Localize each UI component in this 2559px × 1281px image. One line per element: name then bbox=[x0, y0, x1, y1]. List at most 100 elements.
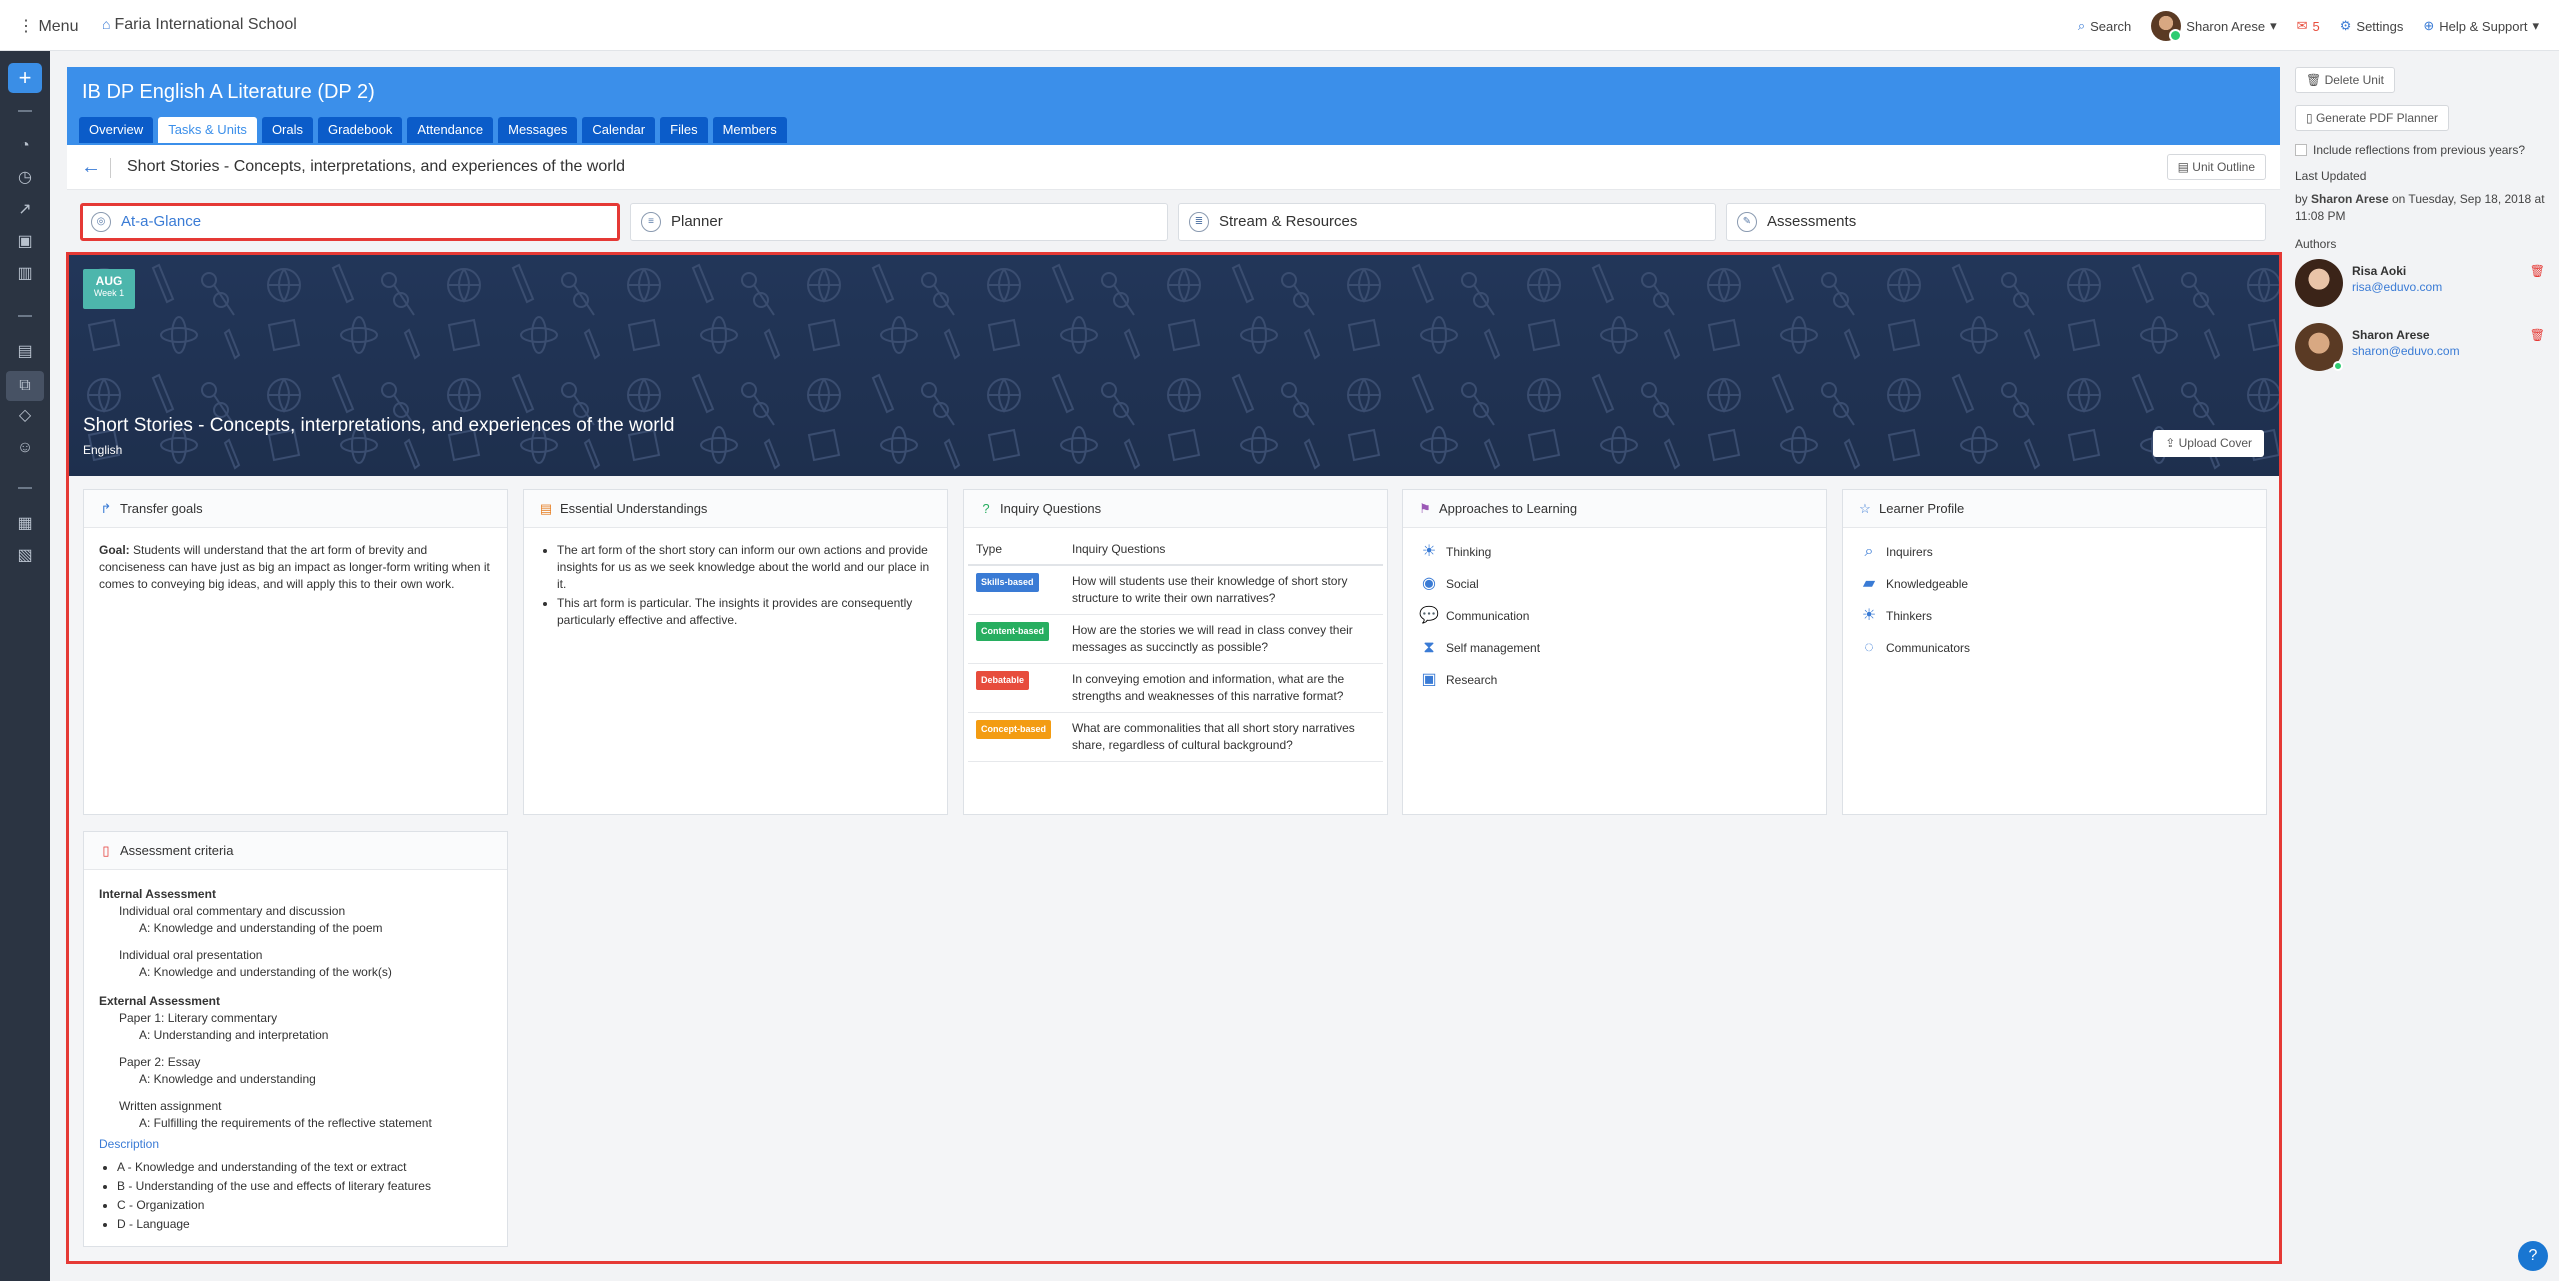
chart-icon[interactable]: ↗ bbox=[13, 199, 37, 221]
author-email-link[interactable]: sharon@eduvo.com bbox=[2352, 344, 2460, 358]
column-header: Type bbox=[968, 534, 1064, 566]
research-icon: ▣ bbox=[1421, 671, 1437, 688]
approaches-to-learning-card: ⚑ Approaches to Learning ☀ Thinking ◉ Socia… bbox=[1402, 489, 1827, 815]
glance-icon: ◎ bbox=[91, 212, 111, 232]
checkbox[interactable] bbox=[2295, 144, 2307, 156]
tab-orals[interactable]: Orals bbox=[261, 117, 313, 143]
author-row: Risa Aoki risa@eduvo.com 🗑 bbox=[2295, 259, 2545, 321]
upload-cover-button[interactable]: ⇪ Upload Cover bbox=[2153, 430, 2264, 457]
pdf-icon: ▯ bbox=[2306, 111, 2313, 125]
divider bbox=[110, 158, 111, 178]
last-updated-info: by Sharon Arese on Tuesday, Sep 18, 2018… bbox=[2295, 192, 2545, 223]
tab-members[interactable]: Members bbox=[712, 117, 787, 143]
tab-tasks-units[interactable]: Tasks & Units bbox=[158, 117, 257, 143]
classes-icon[interactable]: ⧉ bbox=[6, 371, 44, 401]
user-menu[interactable]: Sharon Arese ▾ bbox=[2151, 11, 2277, 42]
briefcase-icon[interactable]: ▣ bbox=[13, 231, 37, 253]
generate-pdf-button[interactable]: ▯ Generate PDF Planner bbox=[2295, 105, 2450, 131]
list-item: B - Understanding of the use and effects… bbox=[117, 1178, 492, 1195]
people-icon[interactable]: ☺ bbox=[13, 437, 37, 459]
lifebuoy-icon: ⊕ bbox=[2423, 18, 2435, 33]
subnav-planner[interactable]: ≡ Planner bbox=[630, 203, 1168, 241]
divider bbox=[18, 487, 32, 489]
divider bbox=[18, 315, 32, 317]
list-item: ▰ Knowledgeable bbox=[1858, 568, 2251, 600]
list-item: D - Language bbox=[117, 1216, 492, 1233]
assessments-icon: ✎ bbox=[1737, 212, 1757, 232]
search-button[interactable]: ⌕ Search bbox=[2078, 18, 2131, 34]
list-item: ⧗ Self management bbox=[1418, 632, 1811, 664]
tab-gradebook[interactable]: Gradebook bbox=[318, 117, 403, 143]
settings-button[interactable]: ⚙ Settings bbox=[2340, 18, 2404, 34]
author-email-link[interactable]: risa@eduvo.com bbox=[2352, 280, 2442, 294]
dashboard-icon[interactable]: ◔ bbox=[13, 135, 37, 157]
tab-files[interactable]: Files bbox=[660, 117, 708, 143]
grid-icon[interactable]: ▤ bbox=[13, 341, 37, 363]
unit-outline-button[interactable]: ▤ Unit Outline bbox=[2166, 154, 2266, 180]
document-icon: ▤ bbox=[539, 501, 553, 516]
menu-dots-icon: ⋮ bbox=[18, 18, 34, 35]
class-header: IB DP English A Literature (DP 2) Overvi… bbox=[67, 67, 2280, 145]
planner-icon: ≡ bbox=[641, 212, 661, 232]
trash-icon[interactable]: 🗑 bbox=[2530, 264, 2545, 278]
list-item: ◌ Communicators bbox=[1858, 632, 2251, 664]
communicators-icon: ◌ bbox=[1864, 639, 1874, 656]
class-title: IB DP English A Literature (DP 2) bbox=[82, 81, 375, 103]
unit-cover: AUG Week 1 Short Stories - Concepts, int… bbox=[69, 255, 2279, 476]
list-item: C - Organization bbox=[117, 1197, 492, 1214]
section-heading: External Assessment bbox=[99, 994, 220, 1008]
cover-pattern bbox=[69, 255, 2279, 476]
type-badge: Concept-based bbox=[976, 720, 1052, 739]
messages-button[interactable]: ✉ 5 bbox=[2297, 18, 2320, 34]
caret-down-icon: ▾ bbox=[2270, 18, 2277, 33]
include-reflections-checkbox[interactable]: Include reflections from previous years? bbox=[2295, 143, 2545, 157]
tab-attendance[interactable]: Attendance bbox=[407, 117, 494, 143]
table-row: Content-based How are the stories we will… bbox=[968, 614, 1383, 664]
home-icon: ⌂ bbox=[102, 16, 111, 32]
report-icon[interactable]: ▦ bbox=[13, 513, 37, 535]
table-row: Skills-based How will students use their … bbox=[968, 565, 1383, 615]
column-header: Inquiry Questions bbox=[1064, 534, 1383, 566]
subnav-assessments[interactable]: ✎ Assessments bbox=[1726, 203, 2266, 241]
tab-messages[interactable]: Messages bbox=[498, 117, 578, 143]
inquiry-table: Type Inquiry Questions Skills-based How wi… bbox=[968, 534, 1383, 762]
list-item: ☀ Thinking bbox=[1418, 536, 1811, 568]
lightbulb-icon: ☀ bbox=[1861, 607, 1877, 624]
back-arrow-icon[interactable]: ← bbox=[81, 156, 101, 179]
transfer-goals-card: ↱ Transfer goals Goal: Students will unde… bbox=[83, 489, 508, 815]
approaches-icon: ⚑ bbox=[1419, 501, 1431, 516]
list-item: ☀ Thinkers bbox=[1858, 600, 2251, 632]
cover-title: Short Stories - Concepts, interpretation… bbox=[83, 415, 675, 436]
week-date-badge: AUG Week 1 bbox=[83, 269, 135, 309]
schedule-icon[interactable]: ◷ bbox=[13, 167, 37, 189]
cube-icon[interactable]: ◇ bbox=[13, 405, 37, 427]
add-button[interactable]: + bbox=[8, 63, 42, 93]
search-icon: ⌕ bbox=[2077, 18, 2086, 33]
trash-icon[interactable]: 🗑 bbox=[2530, 328, 2545, 342]
magnifier-icon: ⌕ bbox=[1864, 543, 1874, 560]
description-label: Description bbox=[99, 1137, 160, 1151]
type-badge: Content-based bbox=[976, 622, 1049, 641]
menu-button[interactable]: ⋮ Menu bbox=[18, 16, 78, 36]
at-a-glance-panel: AUG Week 1 Short Stories - Concepts, int… bbox=[66, 252, 2282, 1264]
subnav-stream-resources[interactable]: ≣ Stream & Resources bbox=[1178, 203, 1716, 241]
table-row: Debatable In conveying emotion and inform… bbox=[968, 663, 1383, 713]
tab-calendar[interactable]: Calendar bbox=[582, 117, 656, 143]
report-list-icon[interactable]: ▧ bbox=[13, 545, 37, 567]
help-question-icon[interactable]: ? bbox=[2518, 1241, 2548, 1271]
type-badge: Debatable bbox=[976, 671, 1030, 690]
unit-title-bar: ← Short Stories - Concepts, interpretati… bbox=[67, 145, 2280, 190]
help-support-button[interactable]: ⊕ Help & Support ▾ bbox=[2423, 18, 2539, 34]
transfer-icon: ↱ bbox=[100, 501, 112, 516]
subnav-at-a-glance[interactable]: ◎ At-a-Glance bbox=[80, 203, 620, 241]
tab-overview[interactable]: Overview bbox=[79, 117, 154, 143]
delete-unit-button[interactable]: 🗑 Delete Unit bbox=[2295, 67, 2395, 93]
school-link[interactable]: ⌂ Faria International School bbox=[102, 16, 297, 34]
map-icon[interactable]: ▥ bbox=[13, 263, 37, 285]
inquiry-questions-card: ? Inquiry Questions Type Inquiry Questions… bbox=[963, 489, 1388, 815]
table-row: Concept-based What are commonalities that… bbox=[968, 712, 1383, 762]
essential-understandings-card: ▤Essential Understandings The art form o… bbox=[523, 489, 948, 815]
author-row: Sharon Arese sharon@eduvo.com 🗑 bbox=[2295, 323, 2545, 385]
list-item: A - Knowledge and understanding of the t… bbox=[117, 1159, 492, 1176]
star-icon: ☆ bbox=[1859, 501, 1871, 516]
